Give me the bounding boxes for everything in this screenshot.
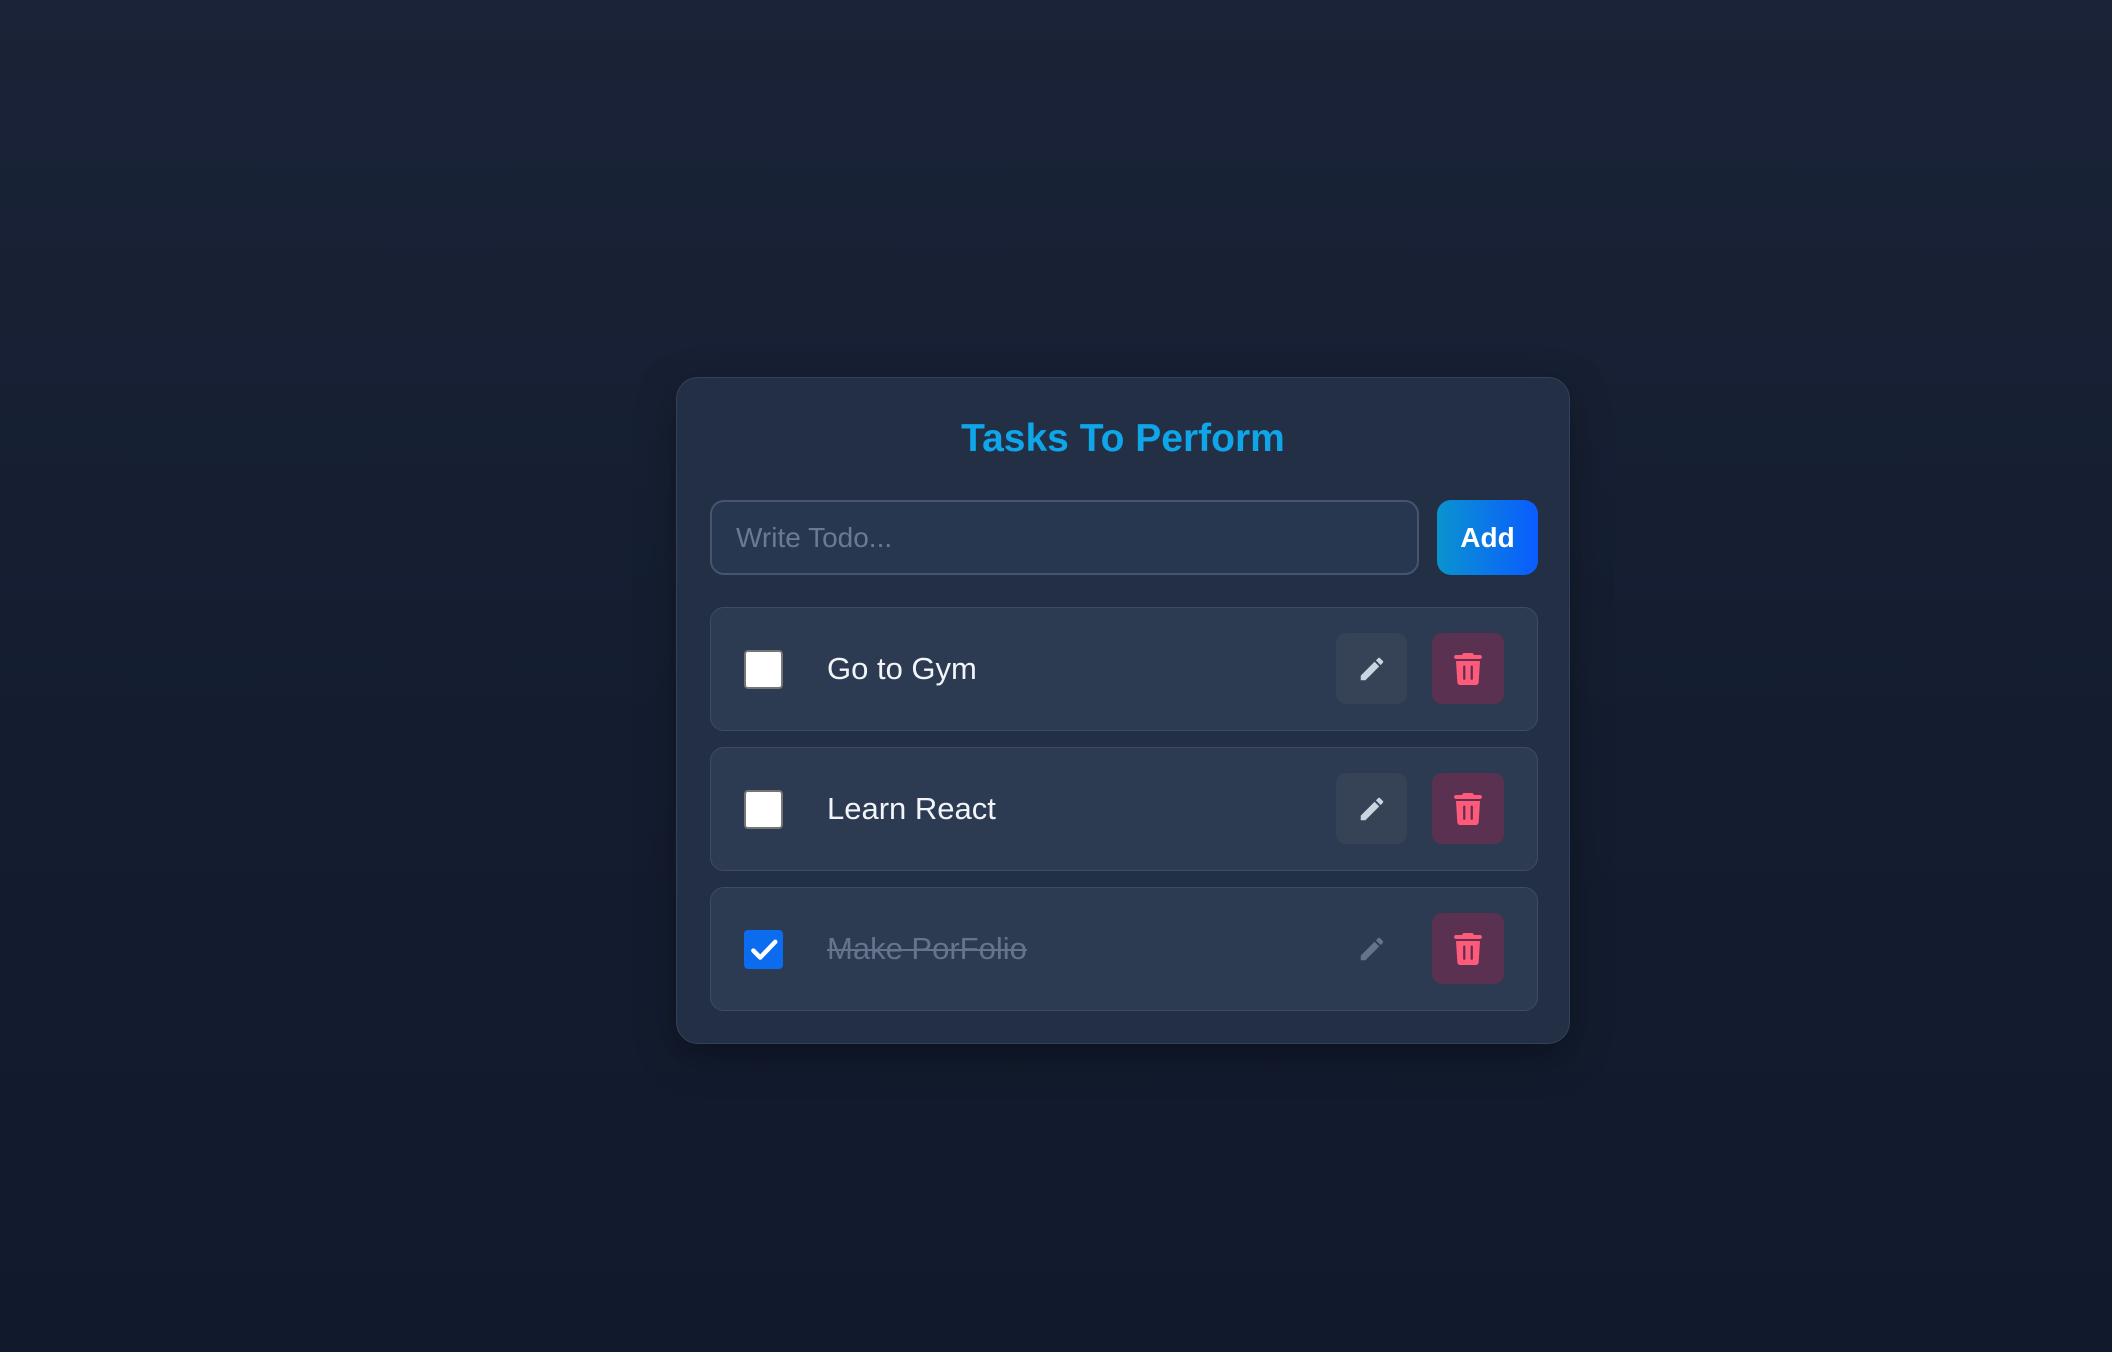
todo-text: Learn React — [827, 791, 996, 826]
delete-button[interactable] — [1432, 913, 1504, 984]
delete-button[interactable] — [1432, 773, 1504, 844]
trash-icon — [1454, 792, 1482, 825]
delete-button[interactable] — [1432, 633, 1504, 704]
todo-input[interactable] — [710, 500, 1419, 575]
pencil-icon — [1360, 657, 1383, 680]
add-button[interactable]: Add — [1437, 500, 1538, 575]
trash-icon — [1454, 932, 1482, 965]
todo-checkbox[interactable] — [744, 650, 783, 689]
edit-button[interactable] — [1336, 633, 1407, 704]
edit-button[interactable] — [1336, 773, 1407, 844]
edit-button[interactable] — [1336, 913, 1407, 984]
todo-checkbox[interactable] — [744, 930, 783, 969]
todo-item: Learn React — [710, 747, 1538, 871]
todo-checkbox[interactable] — [744, 790, 783, 829]
todo-item: Go to Gym — [710, 607, 1538, 731]
page-title: Tasks To Perform — [961, 417, 1285, 460]
todo-card: Tasks To Perform Add Go to Gym Learn R — [676, 377, 1570, 1044]
todo-text: Make PorFolio — [827, 931, 1027, 966]
pencil-icon — [1360, 797, 1383, 820]
todo-item: Make PorFolio — [710, 887, 1538, 1011]
trash-icon — [1454, 652, 1482, 685]
todo-text: Go to Gym — [827, 651, 977, 686]
todo-list: Go to Gym Learn React Make PorFolio — [710, 607, 1538, 1027]
checkmark-icon — [751, 939, 778, 960]
pencil-icon — [1360, 937, 1383, 960]
